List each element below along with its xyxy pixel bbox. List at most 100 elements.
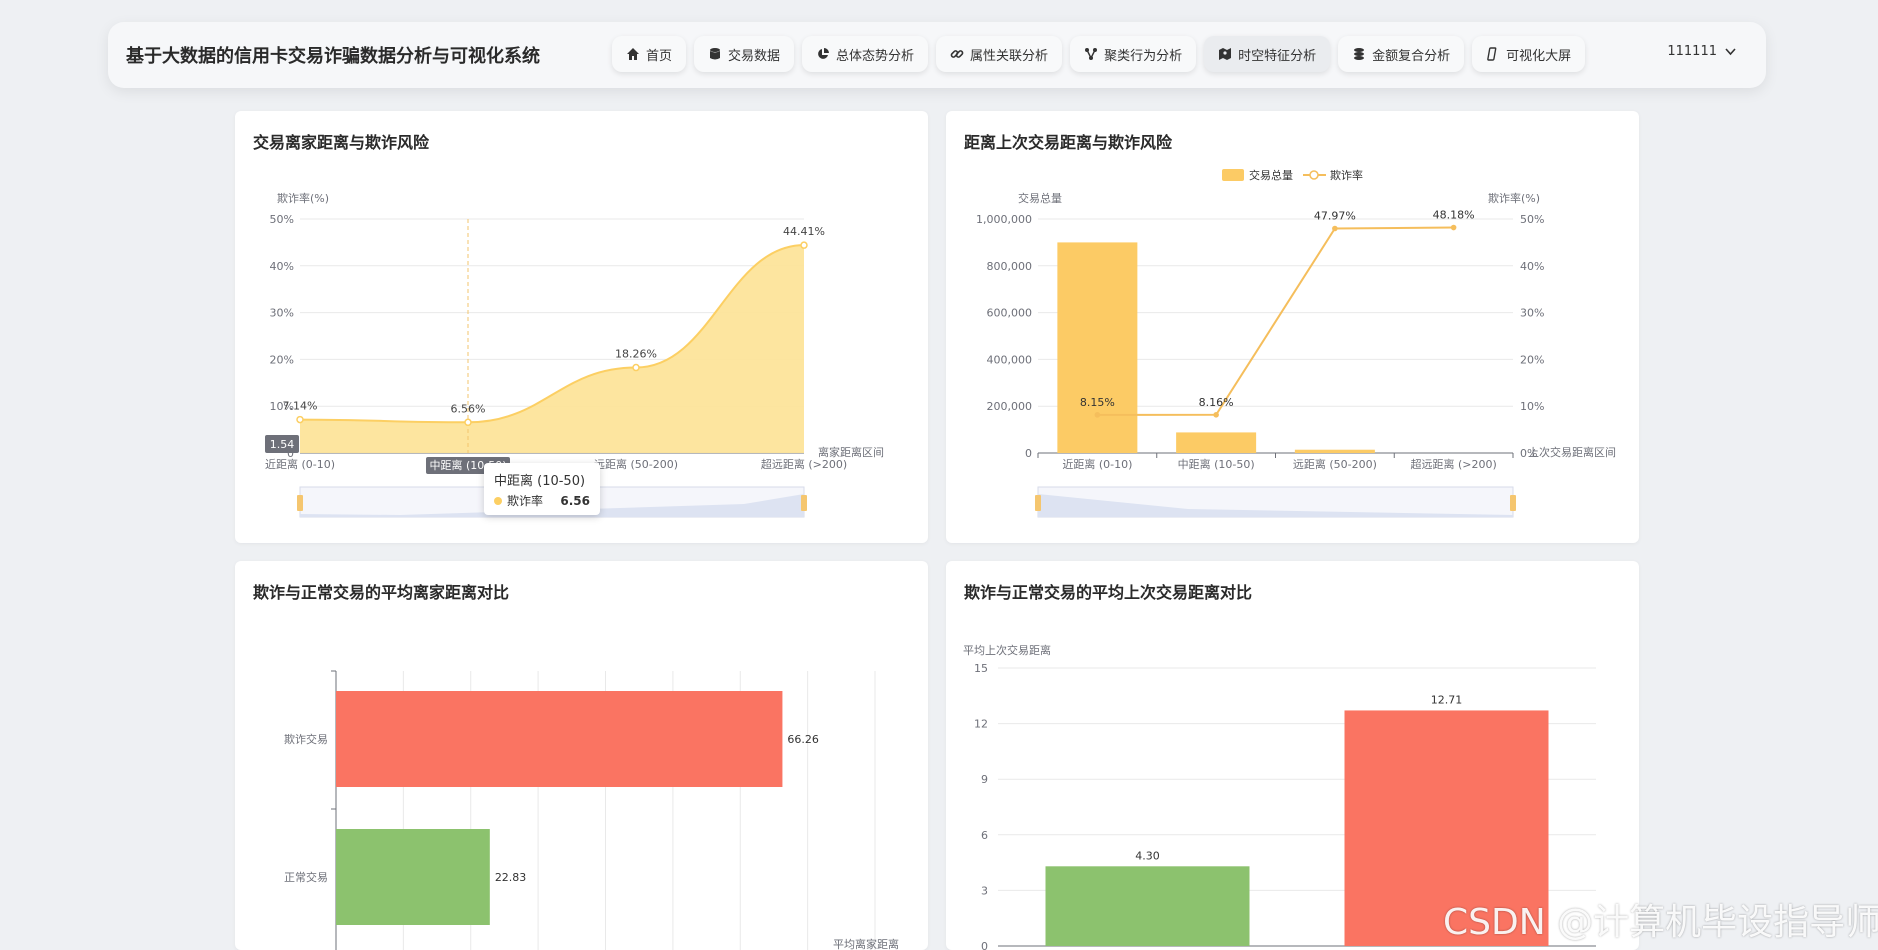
chart-tooltip: 中距离 (10-50) 欺诈率 6.56 [484, 463, 600, 515]
nav-item-transaction-data[interactable]: 交易数据 [694, 36, 795, 72]
screen-icon [1487, 47, 1497, 61]
y-tick-label-left: 600,000 [987, 307, 1033, 320]
data-point [1450, 224, 1457, 231]
y-tick-label-left: 0 [1025, 447, 1032, 460]
nav-label-overall-trend: 总体态势分析 [836, 48, 915, 64]
y-tick-label: 50% [270, 213, 294, 226]
user-menu[interactable]: 111111 [1667, 44, 1736, 59]
data-label: 44.41% [783, 225, 825, 238]
x-tick-label: 超远距离 (>200) [761, 457, 847, 471]
data-point [1213, 412, 1219, 418]
top-nav: 首页 交易数据 总体态势分析 属性关联分析 聚类行为分析 时空特征分析 金额复合… [612, 36, 1586, 72]
x-tick-label: 超远距离 (>200) [1410, 457, 1496, 471]
y-tick-label-right: 20% [1520, 353, 1544, 366]
x-tick-label: 中距离 (10-50) [1178, 457, 1255, 471]
pie-chart-icon [818, 48, 830, 59]
bar [1176, 432, 1257, 453]
y-tick-label-right: 50% [1520, 213, 1544, 226]
chart-last-distance-risk: 交易总量 欺诈率交易总量 欺诈率(%)0200,000400,000600,0008… [976, 168, 1616, 518]
bar [336, 691, 783, 787]
chart-avg-home-distance: 66.26 欺诈交易 22.83 正常交易平均离家距离 [284, 670, 899, 950]
y-axis-title: 欺诈率(%) [277, 191, 329, 205]
data-label: 48.18% [1433, 209, 1475, 222]
data-label: 8.16% [1199, 396, 1234, 409]
nav-label-attribute-correlation: 属性关联分析 [970, 48, 1049, 64]
nav-item-attribute-correlation[interactable]: 属性关联分析 [936, 36, 1063, 72]
coins-icon [1354, 48, 1365, 60]
nav-label-cluster-behavior: 聚类行为分析 [1104, 48, 1183, 64]
data-label: 47.97% [1314, 210, 1356, 223]
nav-label-big-screen: 可视化大屏 [1506, 48, 1572, 64]
data-point [464, 418, 472, 427]
database-icon [710, 48, 721, 60]
x-axis-title: 上次交易距离区间 [1528, 445, 1616, 459]
y-tick-label-right: 40% [1520, 260, 1544, 273]
bar [1045, 866, 1250, 946]
tooltip-title: 中距离 (10-50) [494, 474, 586, 489]
data-label: 4.30 [1135, 849, 1160, 862]
chart-card-avg-last-distance: 欺诈与正常交易的平均上次交易距离对比 平均上次交易距离 0 3 6 9 12 15 4.30 1… [946, 561, 1639, 950]
x-axis-title: 离家距离区间 [818, 445, 884, 459]
nav-label-spatiotemporal: 时空特征分析 [1238, 48, 1317, 64]
data-label: 12.71 [1431, 693, 1463, 706]
link-icon [950, 50, 964, 58]
y-tick-label: 正常交易 [284, 870, 328, 884]
nav-item-overall-trend[interactable]: 总体态势分析 [802, 36, 929, 72]
top-header: 基于大数据的信用卡交易诈骗数据分析与可视化系统 首页 交易数据 总体态势分析 属… [108, 22, 1766, 88]
map-icon [1219, 48, 1232, 60]
data-zoom-handle-left [1035, 495, 1041, 511]
y-tick-label: 0 [981, 940, 988, 950]
y-axis-title: 平均上次交易距离 [963, 643, 1051, 657]
chart-avg-last-distance: 平均上次交易距离 0 3 6 9 12 15 4.30 12.71 [963, 643, 1596, 950]
data-zoom-handle-right [801, 495, 807, 511]
tooltip-series-name: 欺诈率 [507, 494, 544, 508]
nav-item-cluster-behavior[interactable]: 聚类行为分析 [1070, 36, 1197, 72]
y-tick-label: 6 [981, 829, 988, 842]
x-tick-label: 近距离 (0-10) [265, 457, 335, 471]
data-label: 6.56% [451, 402, 486, 415]
cluster-icon [1085, 48, 1098, 60]
data-label: 66.26 [787, 733, 819, 746]
bar [336, 829, 490, 925]
tooltip-series-dot [494, 496, 502, 505]
nav-label-amount-composite: 金额复合分析 [1372, 48, 1451, 64]
nav-label-home: 首页 [646, 48, 673, 64]
chevron-down-icon [1725, 47, 1736, 55]
y-tick-label-left: 1,000,000 [976, 213, 1032, 226]
nav-item-amount-composite[interactable]: 金额复合分析 [1338, 36, 1465, 72]
y-tick-label: 40% [270, 260, 294, 273]
series-line [1097, 226, 1454, 416]
y-tick-label-right: 10% [1520, 400, 1544, 413]
nav-item-home[interactable]: 首页 [612, 36, 687, 72]
nav-item-big-screen[interactable]: 可视化大屏 [1472, 36, 1586, 72]
watermark-text: CSDN @计算机毕设指导师 [1443, 902, 1878, 943]
y-tick-label-left: 400,000 [987, 353, 1033, 366]
x-tick-label: 远距离 (50-200) [1293, 457, 1377, 471]
legend-bar-swatch [1222, 169, 1244, 181]
y-tick-label: 15 [974, 662, 988, 675]
tooltip-value: 6.56 [560, 493, 590, 508]
home-icon [627, 48, 639, 60]
tooltip-row: 欺诈率 6.56 [494, 492, 590, 509]
area-fill [300, 245, 804, 453]
y-tick-label: 12 [974, 718, 988, 731]
x-tick-label: 近距离 (0-10) [1062, 457, 1132, 471]
data-label: 7.14% [283, 400, 318, 413]
user-name: 111111 [1667, 44, 1717, 59]
y-tick-label: 欺诈交易 [284, 732, 328, 746]
data-point [296, 415, 304, 424]
data-label: 8.15% [1080, 396, 1115, 409]
app-title: 基于大数据的信用卡交易诈骗数据分析与可视化系统 [126, 46, 540, 67]
nav-item-spatiotemporal[interactable]: 时空特征分析 [1204, 36, 1331, 72]
x-axis-title: 平均离家距离 [833, 937, 899, 950]
y-tick-label: 20% [270, 353, 294, 366]
data-point [800, 241, 808, 249]
data-point [1094, 412, 1101, 418]
x-tick-label: 远距离 (50-200) [594, 457, 678, 471]
data-zoom-handle-left [297, 495, 303, 511]
y-tick-label: 30% [270, 307, 294, 320]
data-label: 18.26% [615, 348, 657, 361]
y-tick-label-left: 200,000 [987, 400, 1033, 413]
legend-line-label: 欺诈率 [1330, 168, 1363, 182]
bar [1057, 242, 1138, 453]
